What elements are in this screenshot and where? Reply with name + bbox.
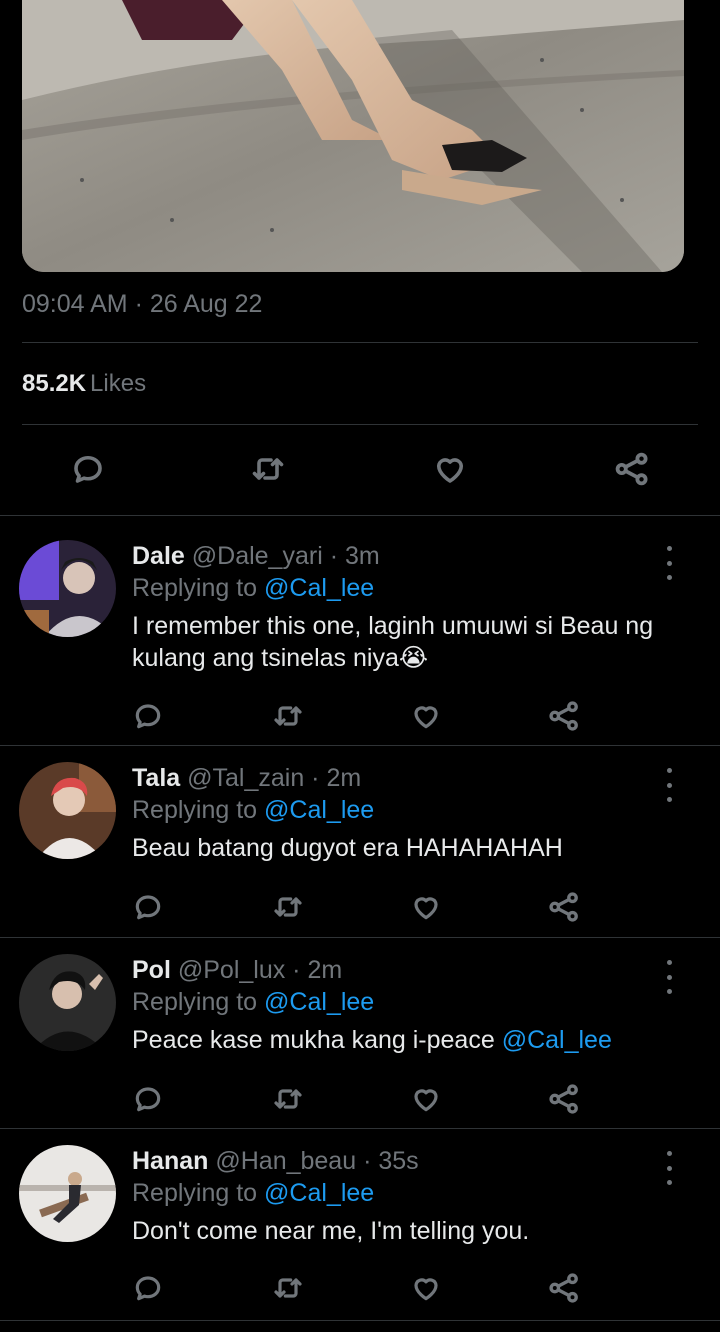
replying-to: Replying to @Cal_lee (132, 1177, 680, 1209)
more-options-icon[interactable] (656, 546, 682, 580)
mention-link[interactable]: @Cal_lee (264, 1179, 374, 1207)
reply-header: Hanan @Han_beau · 35s (132, 1145, 680, 1177)
display-name[interactable]: Hanan (132, 1147, 208, 1175)
replying-to: Replying to @Cal_lee (132, 986, 680, 1018)
reply-action-bar (0, 1077, 720, 1121)
likes-label: Likes (90, 370, 147, 397)
retweet-icon[interactable] (266, 1266, 310, 1310)
reply-text: Don't come near me, I'm telling you. (132, 1217, 530, 1245)
reply-icon[interactable] (126, 885, 170, 929)
heart-icon[interactable] (404, 885, 448, 929)
retweet-icon[interactable] (246, 447, 290, 491)
mention-link[interactable]: @Cal_lee (264, 796, 374, 824)
likes-stat[interactable]: 85.2K Likes (22, 370, 146, 398)
reply-header: Tala @Tal_zain · 2m (132, 762, 680, 794)
reply-text-body: Peace kase mukha kang i-peace (132, 1026, 495, 1054)
share-icon[interactable] (542, 885, 586, 929)
reply-text: Peace kase mukha kang i-peace @Cal_lee (132, 1024, 680, 1056)
reply-text: Beau batang dugyot era HAHAHAHAH (132, 834, 563, 862)
divider (22, 424, 698, 425)
reply-icon[interactable] (66, 447, 110, 491)
display-name[interactable]: Pol (132, 956, 171, 984)
share-icon[interactable] (542, 694, 586, 738)
mention-link[interactable]: @Cal_lee (264, 574, 374, 602)
heart-icon[interactable] (404, 1266, 448, 1310)
handle-time: @Pol_lux · 2m (177, 956, 343, 984)
retweet-icon[interactable] (266, 694, 310, 738)
heart-icon[interactable] (428, 447, 472, 491)
replying-label: Replying to (132, 988, 258, 1016)
reply-icon[interactable] (126, 694, 170, 738)
mention-link[interactable]: @Cal_lee (502, 1026, 612, 1054)
handle-time: @Han_beau · 35s (215, 1147, 419, 1175)
reply-tweet[interactable]: Tala @Tal_zain · 2m Replying to @Cal_lee… (0, 746, 720, 936)
handle-time: @Tal_zain · 2m (187, 764, 362, 792)
replying-label: Replying to (132, 796, 258, 824)
avatar[interactable] (19, 1145, 116, 1242)
reply-header: Dale @Dale_yari · 3m (132, 540, 680, 572)
reply-header: Pol @Pol_lux · 2m (132, 954, 680, 986)
handle-time: @Dale_yari · 3m (191, 542, 380, 570)
likes-count: 85.2K (22, 370, 87, 397)
reply-tweet[interactable]: Pol @Pol_lux · 2m Replying to @Cal_lee P… (0, 938, 720, 1128)
replying-to: Replying to @Cal_lee (132, 794, 680, 826)
reply-tweet[interactable]: Dale @Dale_yari · 3m Replying to @Cal_le… (0, 516, 720, 745)
display-name[interactable]: Dale (132, 542, 185, 570)
share-icon[interactable] (542, 1266, 586, 1310)
replying-to: Replying to @Cal_lee (132, 572, 680, 604)
avatar[interactable] (19, 762, 116, 859)
reply-icon[interactable] (126, 1266, 170, 1310)
reply-action-bar (0, 885, 720, 929)
tweet-action-bar (0, 443, 720, 498)
divider (0, 1320, 720, 1321)
mention-link[interactable]: @Cal_lee (264, 988, 374, 1016)
share-icon[interactable] (542, 1077, 586, 1121)
replying-label: Replying to (132, 574, 258, 602)
share-icon[interactable] (610, 447, 654, 491)
divider (22, 342, 698, 343)
retweet-icon[interactable] (266, 885, 310, 929)
reply-tweet[interactable]: Hanan @Han_beau · 35s Replying to @Cal_l… (0, 1129, 720, 1319)
tweet-timestamp: 09:04 AM · 26 Aug 22 (22, 290, 263, 318)
reply-action-bar (0, 694, 720, 738)
more-options-icon[interactable] (656, 960, 682, 994)
heart-icon[interactable] (404, 694, 448, 738)
display-name[interactable]: Tala (132, 764, 180, 792)
avatar[interactable] (19, 540, 116, 637)
reply-icon[interactable] (126, 1077, 170, 1121)
replying-label: Replying to (132, 1179, 258, 1207)
more-options-icon[interactable] (656, 1151, 682, 1185)
retweet-icon[interactable] (266, 1077, 310, 1121)
more-options-icon[interactable] (656, 768, 682, 802)
tweet-media-photo[interactable] (22, 0, 684, 272)
avatar[interactable] (19, 954, 116, 1051)
reply-text: I remember this one, laginh umuuwi si Be… (132, 612, 654, 672)
heart-icon[interactable] (404, 1077, 448, 1121)
reply-action-bar (0, 1266, 720, 1310)
